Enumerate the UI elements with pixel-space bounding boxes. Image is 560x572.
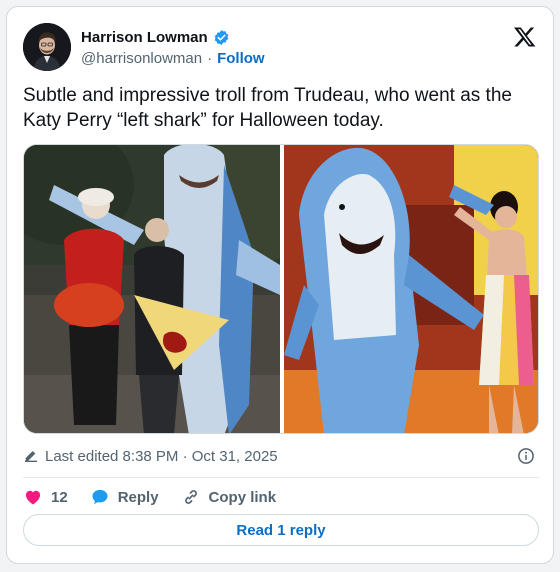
pencil-icon [25, 451, 37, 462]
info-icon[interactable] [517, 447, 535, 465]
follow-button[interactable]: Follow [217, 50, 265, 67]
post-meta: Last edited 8:38 PM · Oct 31, 2025 [23, 443, 539, 469]
avatar[interactable] [23, 23, 71, 71]
divider [23, 477, 539, 478]
reply-button[interactable]: Reply [90, 487, 159, 507]
like-button[interactable]: 12 [23, 487, 68, 507]
copy-link-button[interactable]: Copy link [181, 487, 277, 507]
read-replies-button[interactable]: Read 1 reply [23, 514, 539, 546]
heart-icon [25, 490, 41, 505]
author-handle[interactable]: @harrisonlowman [81, 50, 202, 67]
like-count: 12 [51, 488, 68, 506]
verified-badge-icon [214, 29, 228, 45]
reply-label: Reply [117, 488, 159, 506]
x-logo-icon[interactable] [513, 25, 537, 49]
author-name[interactable]: Harrison Lowman [81, 29, 208, 46]
copy-link-label: Copy link [208, 488, 277, 506]
link-icon [184, 490, 197, 504]
edited-timestamp[interactable]: Last edited 8:38 PM · Oct 31, 2025 [45, 448, 278, 465]
photo-right[interactable] [284, 145, 539, 434]
author-block: Harrison Lowman @harrisonlowman · Follow [81, 27, 265, 68]
embedded-post-card: Harrison Lowman @harrisonlowman · Follow… [6, 6, 554, 564]
reply-bubble-icon [92, 489, 108, 505]
action-bar: 12 Reply Copy link [23, 484, 298, 510]
media-images [24, 145, 539, 434]
tweet-text: Subtle and impressive troll from Trudeau… [23, 85, 512, 131]
photo-left[interactable] [24, 145, 314, 434]
avatar-image [23, 23, 71, 71]
media-grid[interactable] [23, 144, 539, 434]
separator-dot: · [207, 50, 213, 67]
